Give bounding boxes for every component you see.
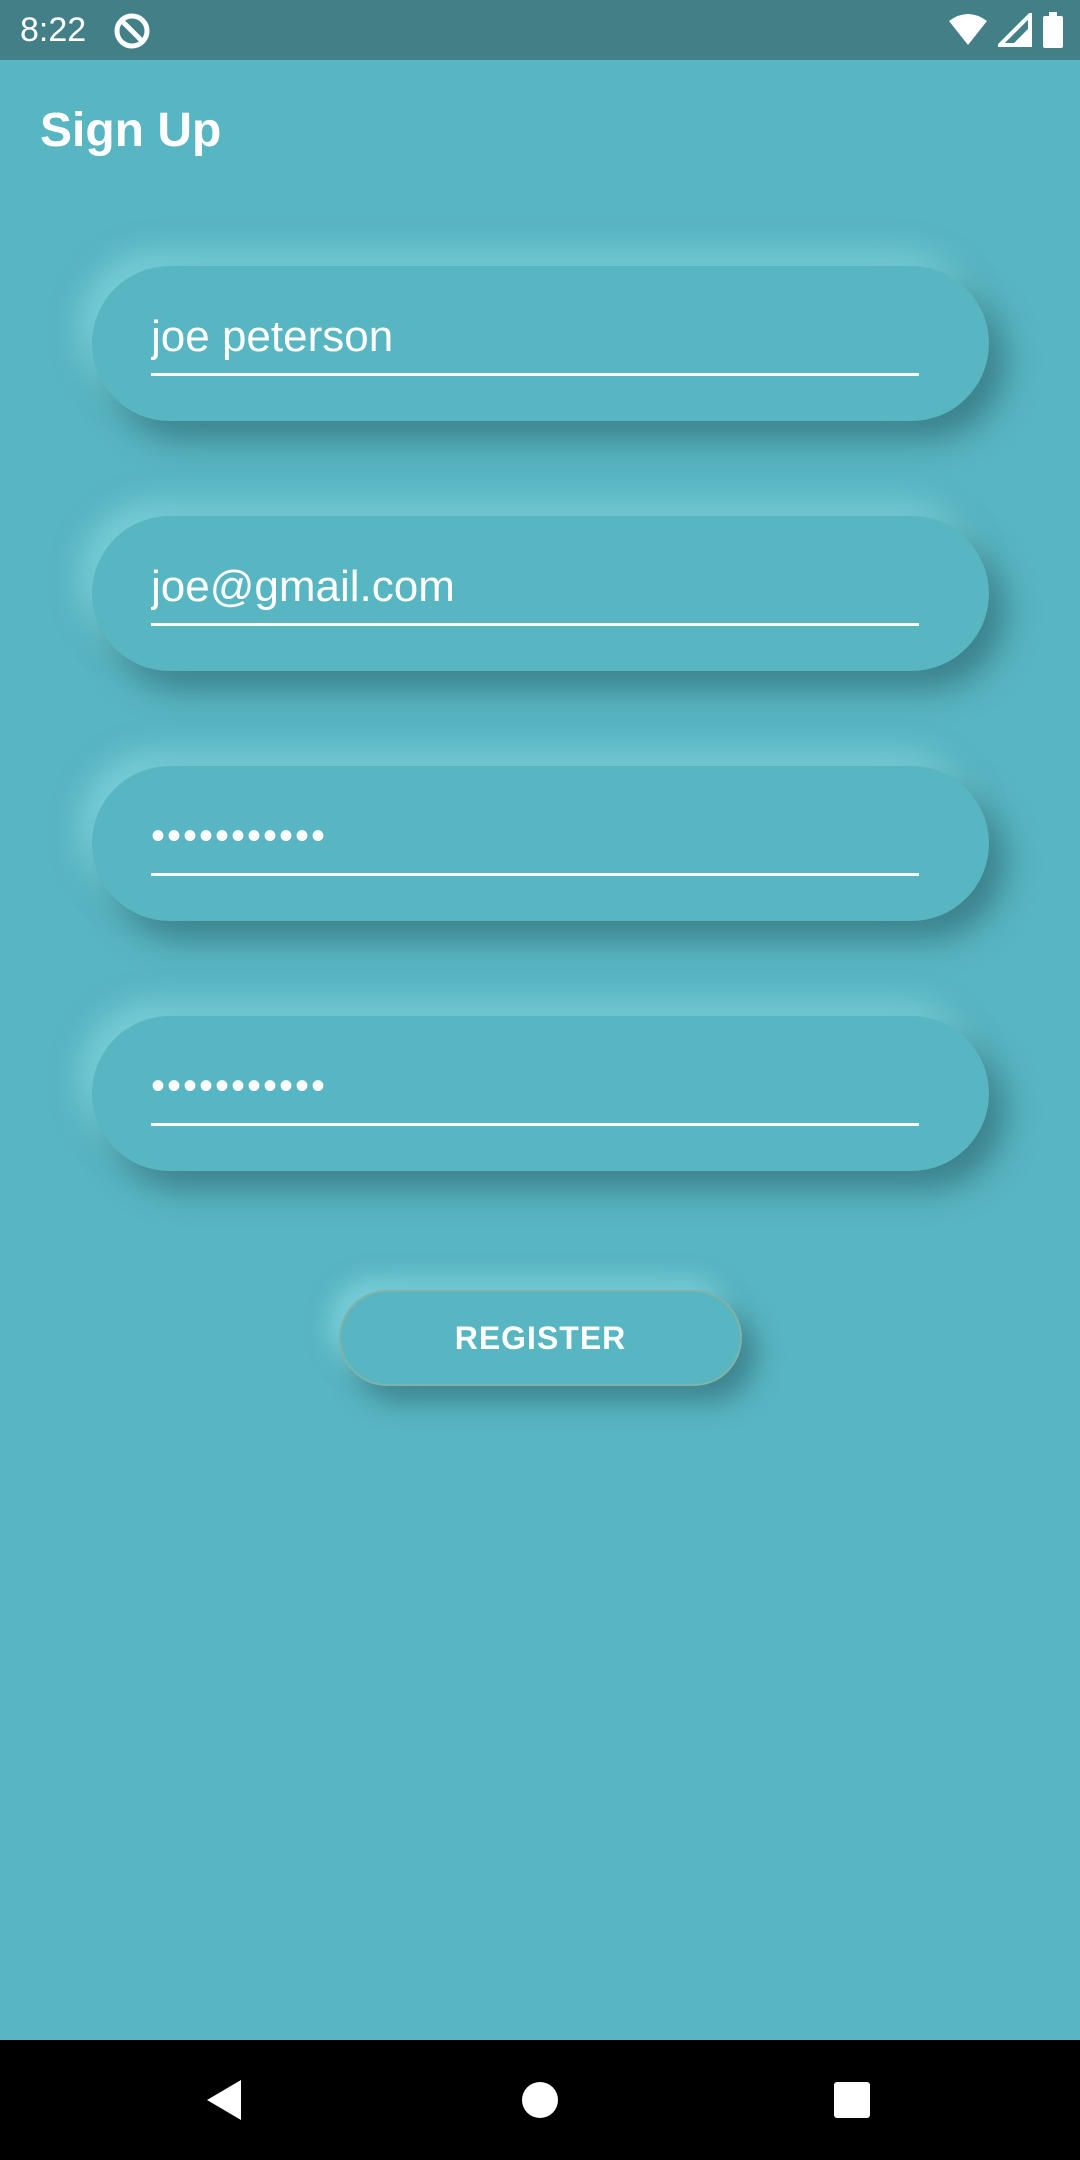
password-field-card [92,766,989,921]
confirm-password-field-card [92,1016,989,1171]
signal-icon [998,13,1032,47]
page-title: Sign Up [40,104,222,157]
battery-icon [1043,12,1063,48]
wifi-icon [949,14,987,45]
app-bar: Sign Up [0,60,1080,210]
name-field-card [92,266,989,421]
recents-icon [834,2082,870,2118]
email-input[interactable] [151,556,919,626]
email-field-card [92,516,989,671]
recents-button[interactable] [812,2060,892,2140]
home-icon [522,2082,558,2118]
no-disturb-icon [114,13,150,49]
status-icons [948,10,1064,50]
confirm-password-input[interactable] [151,1056,919,1126]
navigation-bar [0,2040,1080,2160]
home-button[interactable] [500,2060,580,2140]
status-time: 8:22 [20,11,87,49]
back-button[interactable] [185,2060,265,2140]
password-input[interactable] [151,806,919,876]
status-bar: 8:22 [0,0,1080,60]
register-button[interactable]: REGISTER [339,1290,742,1386]
back-icon [207,2080,241,2120]
name-input[interactable] [151,306,919,376]
